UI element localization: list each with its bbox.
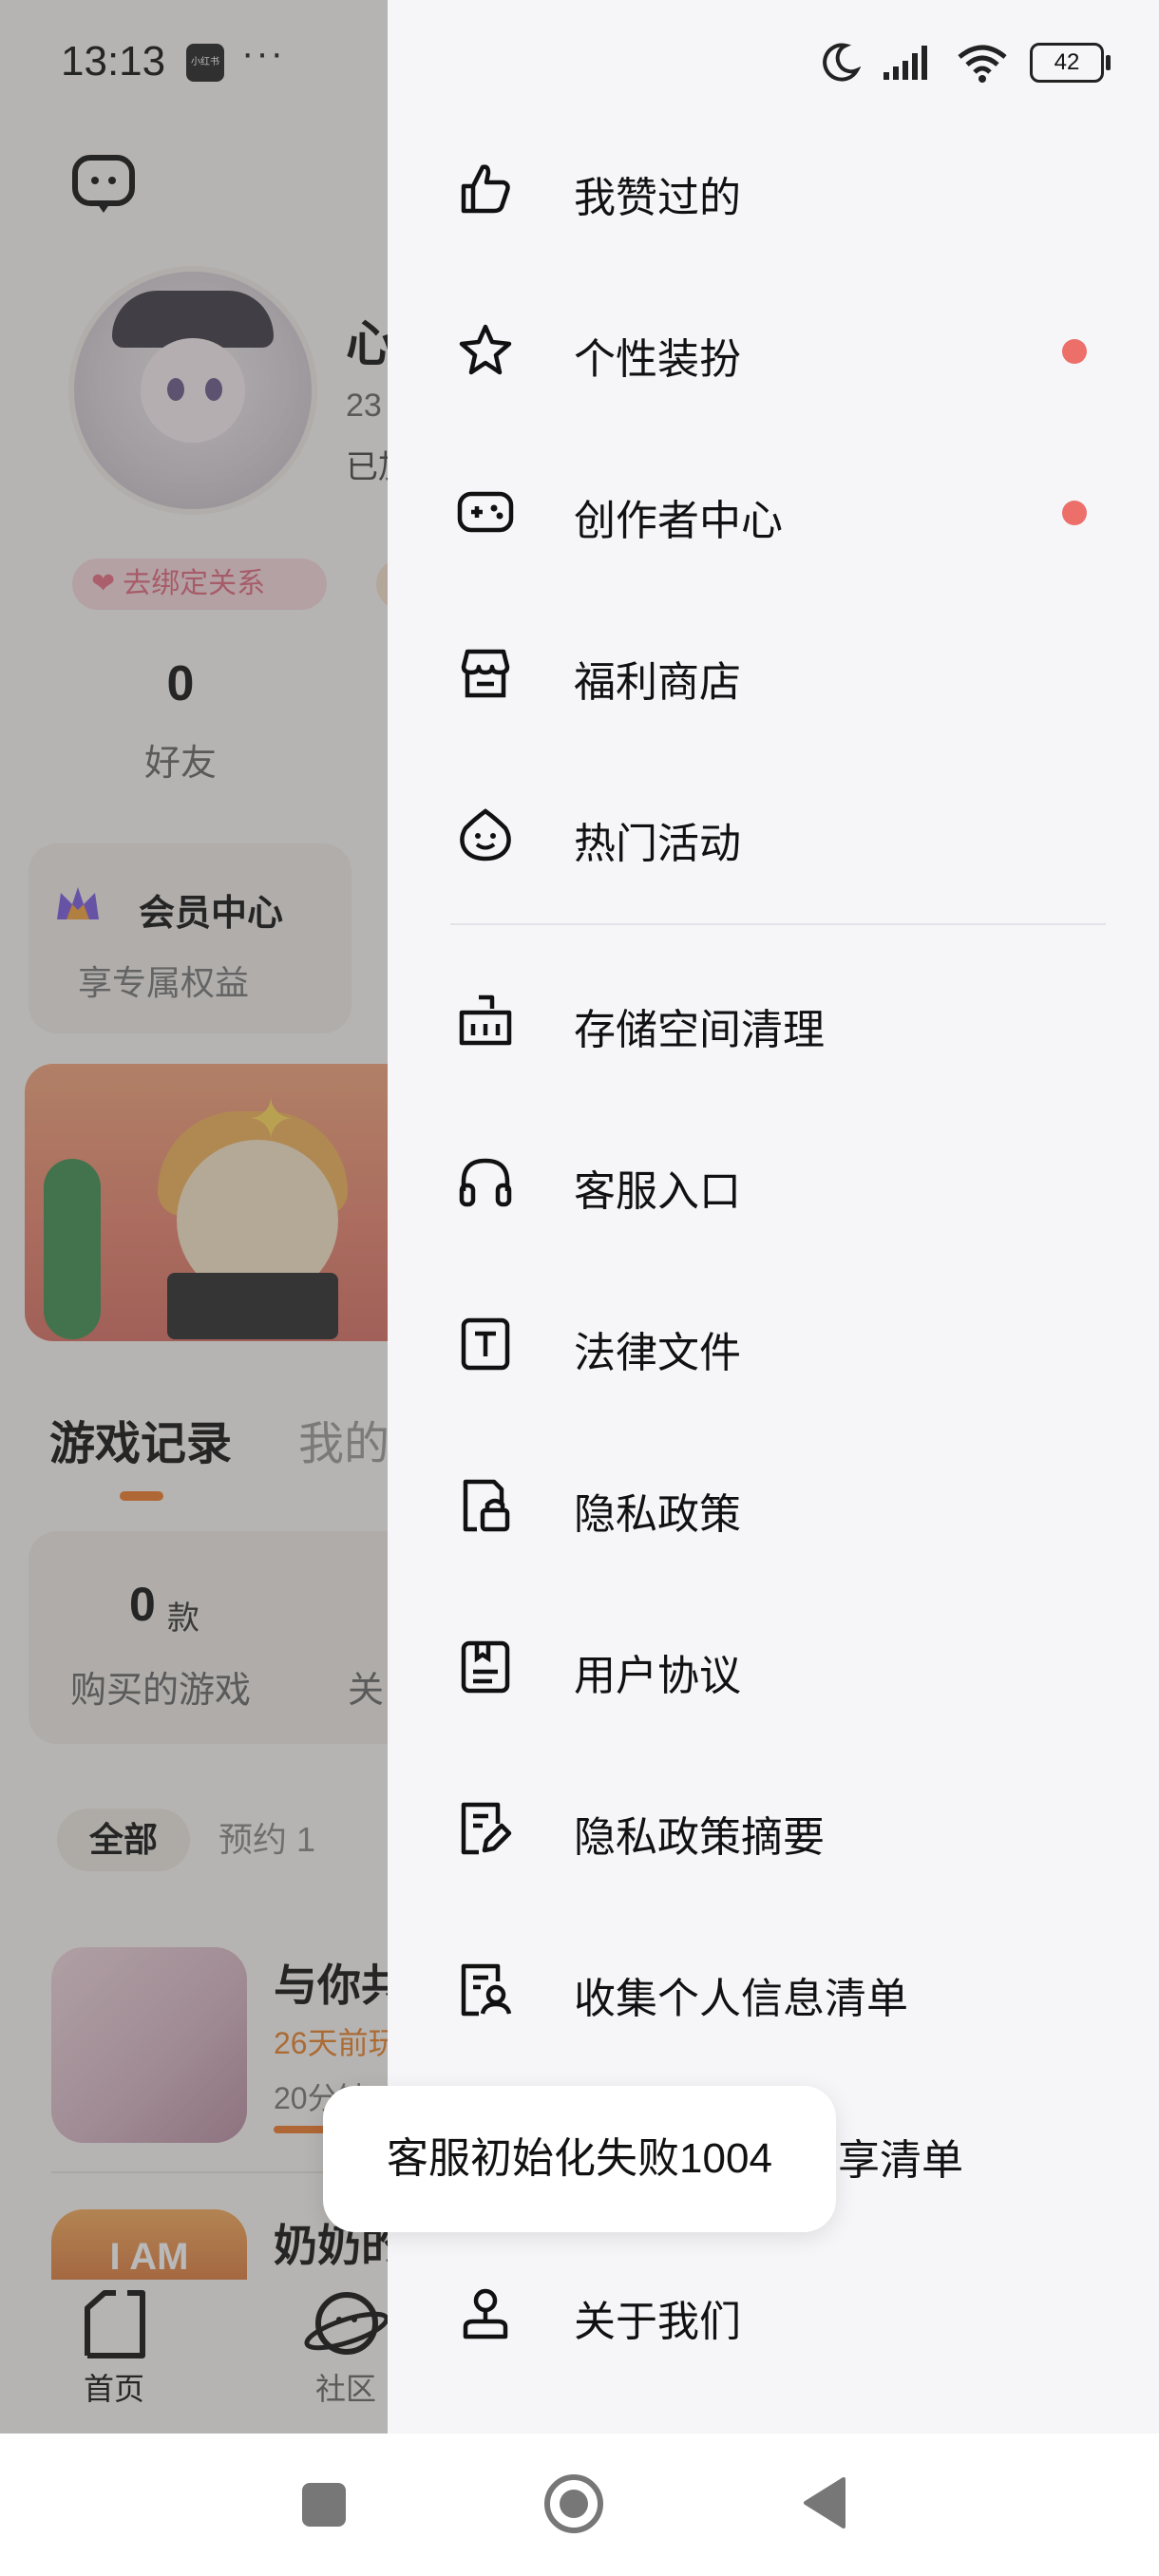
doc-edit-icon [461, 1802, 512, 1855]
agreement-icon [461, 1640, 510, 1694]
menu-item-label: 存储空间清理 [574, 1007, 825, 1053]
menu-item-label: 我赞过的 [574, 175, 741, 221]
drawer-scrim[interactable] [0, 0, 388, 2434]
error-toast: 客服初始化失败1004 [323, 2086, 836, 2232]
menu-item-label: 创作者中心 [574, 498, 783, 544]
menu-item-creator-center[interactable]: 创作者中心 [388, 441, 1159, 583]
recent-apps-button[interactable] [302, 2483, 346, 2527]
star-icon [459, 324, 512, 375]
menu-item-label: 法律文件 [574, 1330, 741, 1376]
menu-item-customer-service[interactable]: 客服入口 [388, 1111, 1159, 1254]
menu-item-about-us[interactable]: 关于我们 [388, 2242, 1159, 2384]
menu-item-dress-up[interactable]: 个性装扮 [388, 279, 1159, 422]
menu-item-label: 隐私政策 [574, 1491, 741, 1538]
menu-item-privacy-policy[interactable]: 隐私政策 [388, 1434, 1159, 1577]
menu-item-hot-events[interactable]: 热门活动 [388, 764, 1159, 906]
smile-drop-icon [460, 808, 511, 862]
signal-icon [884, 46, 927, 80]
menu-item-label: 热门活动 [574, 821, 741, 867]
side-drawer: 42 我赞过的 个性装扮 创作者中心 福利商店 热门活动 存储空间清理 客服入口… [388, 0, 1159, 2434]
menu-item-label: 关于我们 [574, 2299, 741, 2345]
menu-item-label: 享清单 [838, 2137, 963, 2184]
menu-item-label: 收集个人信息清单 [574, 1976, 908, 2022]
thumb-up-icon [461, 164, 510, 214]
menu-item-welfare-store[interactable]: 福利商店 [388, 602, 1159, 745]
status-icons: 42 [819, 38, 1111, 87]
lock-doc-icon [463, 1479, 510, 1532]
toast-message: 客服初始化失败1004 [387, 2135, 772, 2182]
text-box-icon [461, 1317, 510, 1371]
menu-item-label: 客服入口 [574, 1168, 741, 1215]
menu-item-liked[interactable]: 我赞过的 [388, 118, 1159, 260]
basket-icon [459, 994, 512, 1046]
menu-item-label: 用户协议 [574, 1653, 741, 1699]
menu-item-storage-cleanup[interactable]: 存储空间清理 [388, 950, 1159, 1092]
doc-person-icon [461, 1963, 512, 2017]
menu-item-label: 隐私政策摘要 [574, 1814, 825, 1861]
menu-item-privacy-summary[interactable]: 隐私政策摘要 [388, 1757, 1159, 1900]
back-button[interactable] [800, 2475, 849, 2530]
store-icon [461, 649, 510, 698]
menu-item-personal-info-list[interactable]: 收集个人信息清单 [388, 1919, 1159, 2061]
menu-item-label: 福利商店 [574, 659, 741, 706]
menu-item-legal-documents[interactable]: 法律文件 [388, 1273, 1159, 1415]
wifi-icon [958, 45, 1007, 83]
headphones-icon [459, 1158, 512, 1207]
notification-dot [1062, 501, 1087, 525]
menu-item-label: 个性装扮 [574, 336, 741, 383]
menu-item-user-agreement[interactable]: 用户协议 [388, 1596, 1159, 1738]
dark-mode-moon-icon [823, 43, 861, 82]
home-button[interactable] [543, 2473, 604, 2534]
menu-divider [450, 923, 1106, 925]
person-icon [463, 2288, 508, 2339]
gamepad-icon [457, 491, 514, 533]
notification-dot [1062, 339, 1087, 364]
battery-icon: 42 [1030, 43, 1111, 83]
